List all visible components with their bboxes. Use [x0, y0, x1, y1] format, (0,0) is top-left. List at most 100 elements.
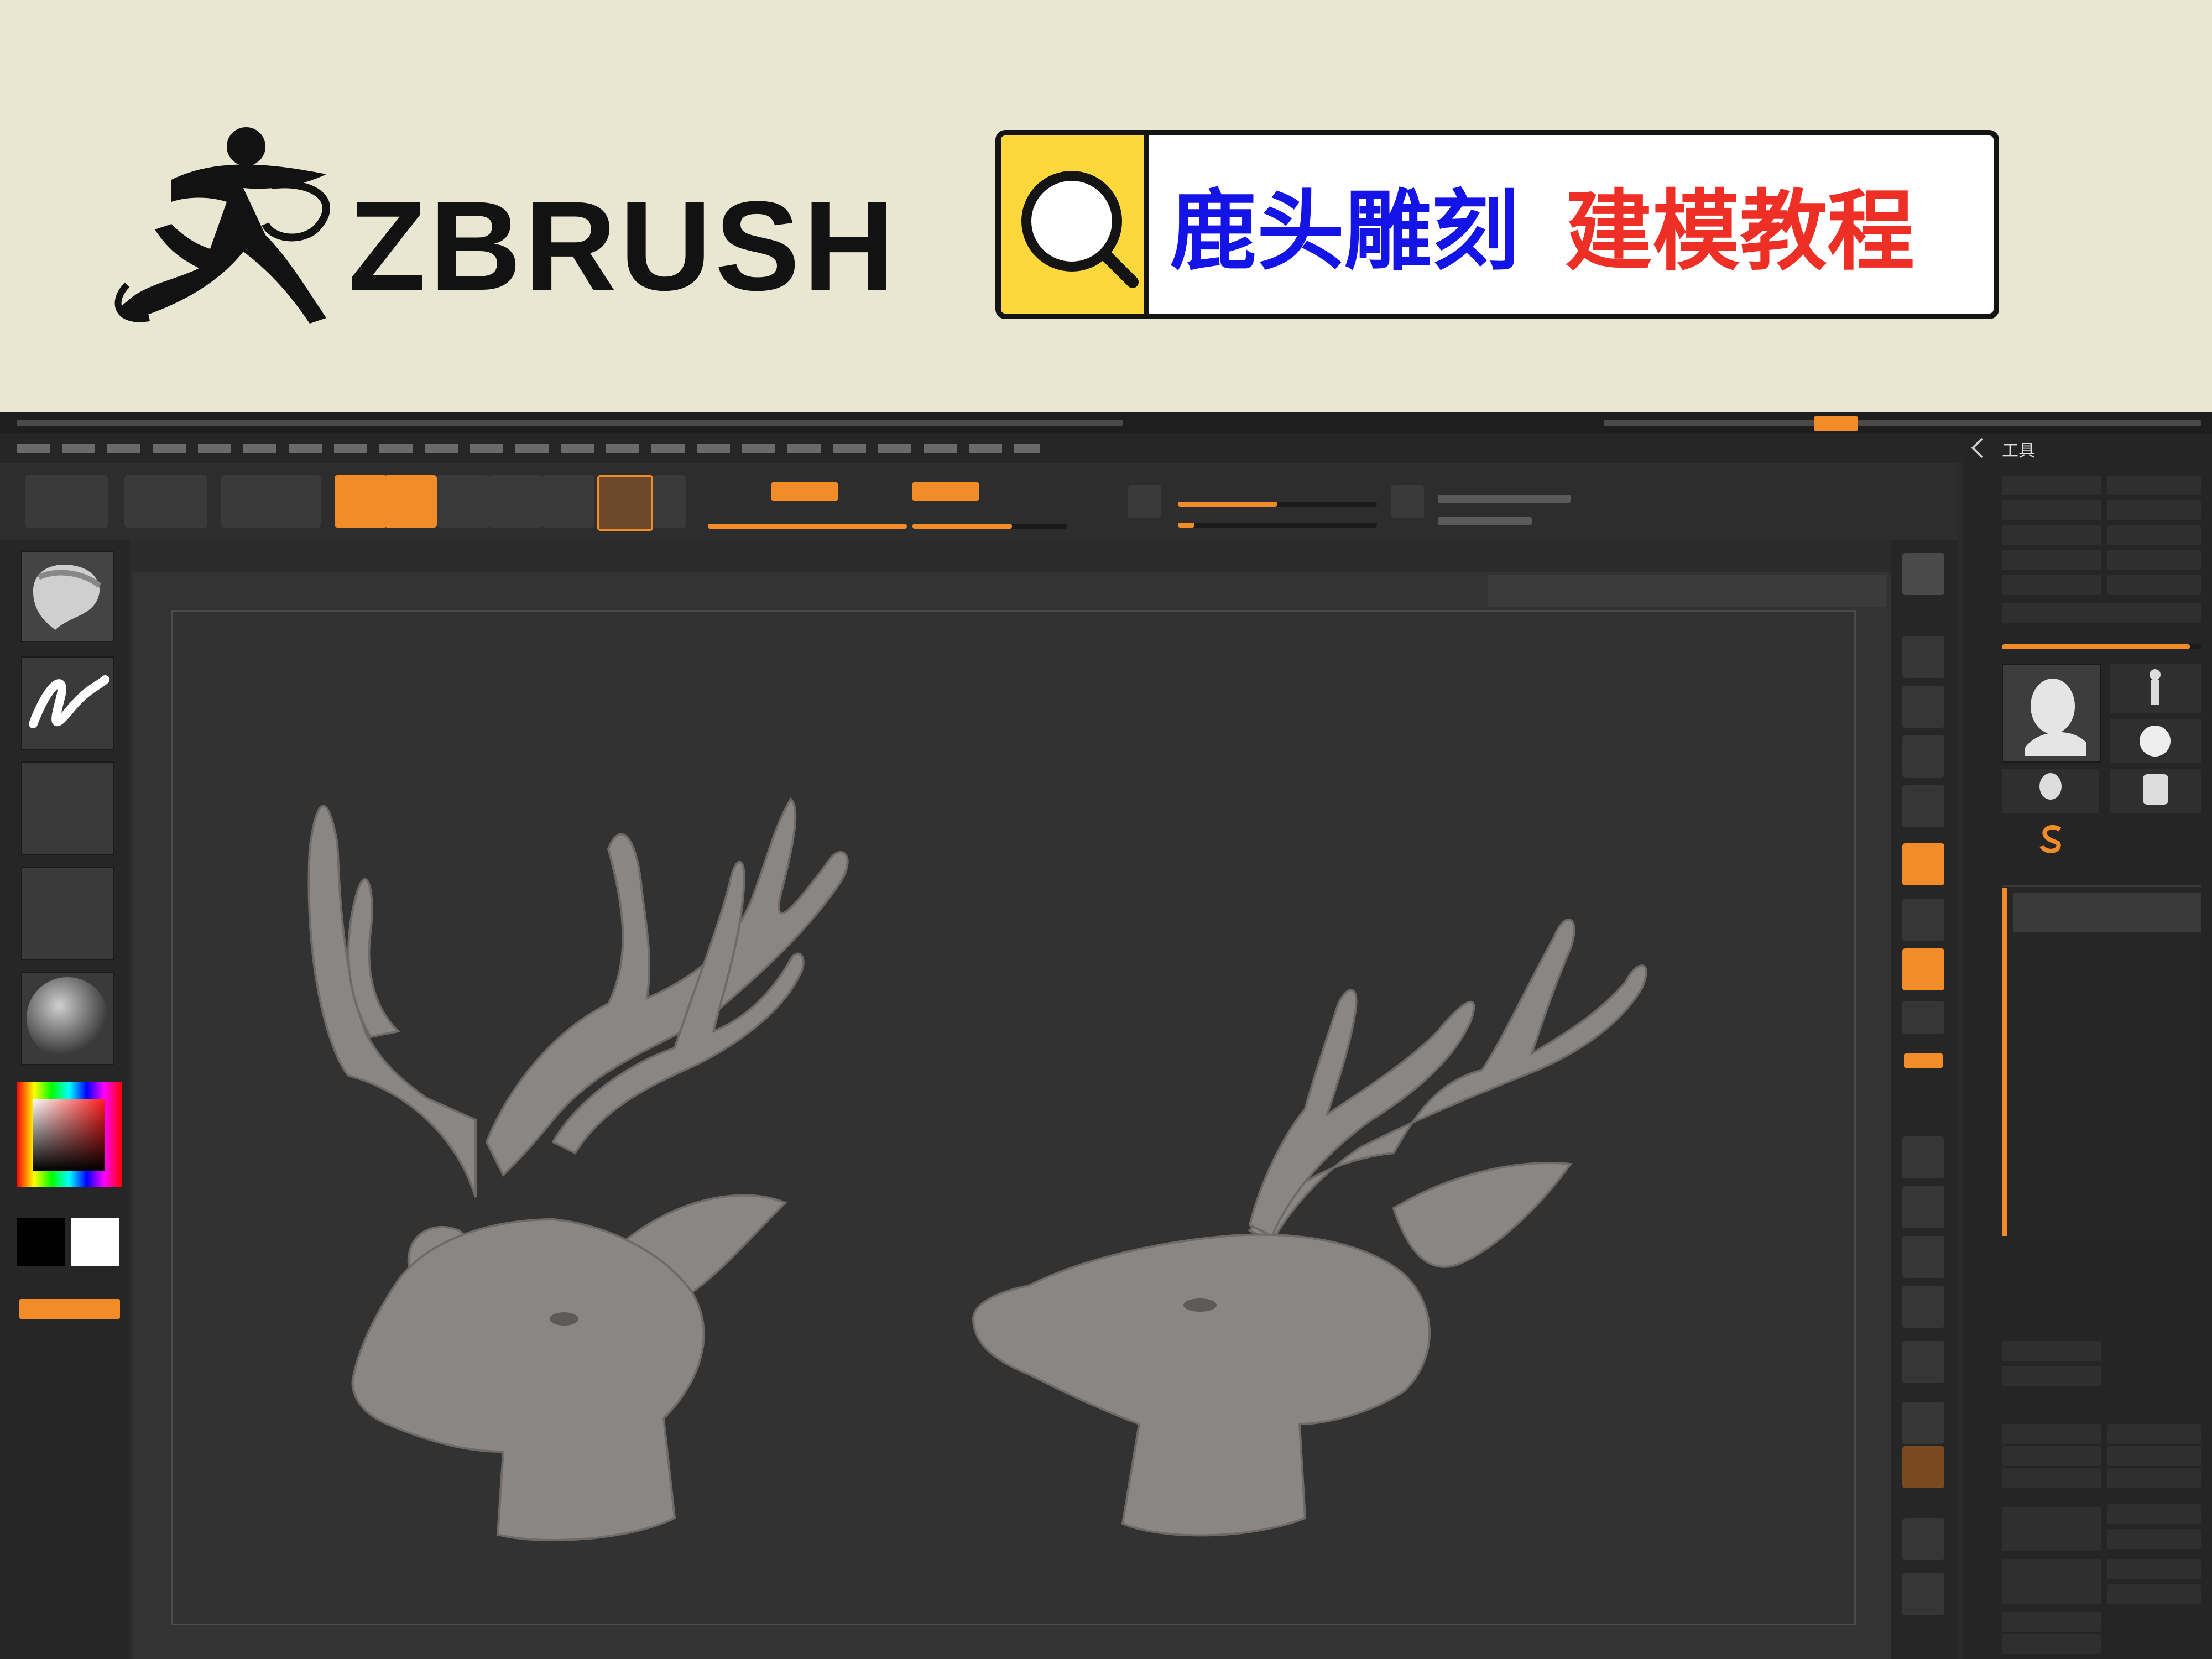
- edit-button[interactable]: [335, 475, 387, 528]
- tool-thumbnail-main[interactable]: [2002, 664, 2101, 763]
- paste-tool-button[interactable]: [2107, 500, 2201, 520]
- transp-button[interactable]: [1902, 1446, 1944, 1488]
- left-shelf: [0, 540, 130, 1659]
- floor-button[interactable]: [1902, 899, 1944, 941]
- scroll-button[interactable]: [1902, 636, 1944, 678]
- rename-button[interactable]: [2002, 1424, 2101, 1444]
- polyframe-button[interactable]: [1902, 1402, 1944, 1444]
- subtool-item-active[interactable]: [2013, 893, 2201, 932]
- secondary-color-swatch[interactable]: [71, 1218, 119, 1266]
- merge-button[interactable]: [2002, 1634, 2101, 1654]
- texture-thumbnail[interactable]: [21, 867, 114, 960]
- deer-head-model-left[interactable]: [243, 722, 962, 1573]
- line-fill-button[interactable]: [1902, 1341, 1944, 1383]
- list-all-button[interactable]: [2002, 1341, 2101, 1361]
- main-menu-bar[interactable]: [0, 434, 2212, 463]
- actual-button[interactable]: [1902, 735, 1944, 778]
- s-brush-icon: [2039, 825, 2062, 853]
- material-swatch[interactable]: [597, 475, 653, 531]
- insert-button[interactable]: [2107, 1529, 2201, 1549]
- switch-color-button[interactable]: [19, 1299, 120, 1319]
- all-visible-button[interactable]: [2107, 575, 2201, 595]
- alpha-thumbnail[interactable]: [21, 761, 114, 855]
- load-tool-button[interactable]: [2002, 476, 2101, 495]
- tool-thumbnail-sphere[interactable]: [2110, 719, 2201, 763]
- rgb-intensity-slider[interactable]: [708, 524, 907, 529]
- all-high-button[interactable]: [2107, 1446, 2201, 1466]
- xyz-orange-toggle[interactable]: [1904, 1053, 1943, 1068]
- scale-button[interactable]: [489, 475, 542, 528]
- color-picker[interactable]: [17, 1082, 122, 1187]
- title-blue: 鹿头雕刻: [1170, 181, 1519, 283]
- lightbox-tools-button[interactable]: [2002, 603, 2201, 623]
- focal-shift-icon[interactable]: [1128, 485, 1161, 518]
- all-low-button[interactable]: [2002, 1446, 2101, 1466]
- split-button[interactable]: [2002, 1612, 2101, 1632]
- rotate-button[interactable]: [542, 475, 594, 528]
- paste-subtool-button[interactable]: [2107, 1468, 2201, 1488]
- simplebrush-icon[interactable]: [2035, 821, 2068, 854]
- subtool-scrollbar[interactable]: [2002, 888, 2007, 1236]
- export-button[interactable]: [2107, 525, 2201, 545]
- lightbox-button[interactable]: [124, 475, 207, 528]
- copy-tool-button[interactable]: [2002, 500, 2101, 520]
- deer-head-model-right[interactable]: [940, 727, 1781, 1573]
- menu-orange-button[interactable]: [1814, 416, 1858, 431]
- mrgb-toggle[interactable]: [771, 482, 838, 501]
- duplicate-button[interactable]: [2002, 1507, 2101, 1551]
- zbrush-wordmark: ZBRUSH: [348, 175, 899, 317]
- move-button[interactable]: [437, 475, 489, 528]
- brush-thumbnail[interactable]: [21, 551, 114, 642]
- focal-shift-slider[interactable]: [1178, 502, 1377, 507]
- new-folder-button[interactable]: [2002, 1366, 2101, 1386]
- tool-thumbnail-small[interactable]: [2002, 769, 2099, 813]
- color-picker-square[interactable]: [33, 1099, 105, 1171]
- rotate-view-button[interactable]: [1902, 1286, 1944, 1328]
- del-all-button[interactable]: [2107, 1584, 2201, 1604]
- make-polymesh-button[interactable]: [2107, 550, 2201, 570]
- xyz-toggle[interactable]: [1902, 1001, 1944, 1034]
- ghost-button[interactable]: [1902, 1518, 1944, 1560]
- poly-count-readout: [1438, 495, 1571, 503]
- zadd-toggle[interactable]: [912, 482, 979, 501]
- menu-items[interactable]: [17, 444, 1040, 453]
- del-other-button[interactable]: [2107, 1559, 2201, 1579]
- figure-icon: [2150, 669, 2161, 705]
- import-button[interactable]: [2002, 525, 2101, 545]
- frame-button[interactable]: [1902, 1136, 1944, 1178]
- bpr-render-button[interactable]: [1902, 553, 1944, 595]
- solo-button[interactable]: [1902, 1573, 1944, 1615]
- zoom-view-button[interactable]: [1902, 1236, 1944, 1278]
- title-bar: [0, 412, 2212, 434]
- small-head-icon: [2039, 773, 2062, 800]
- stroke-thumbnail[interactable]: [21, 656, 114, 750]
- subtool-header[interactable]: [2002, 885, 2201, 887]
- goz-button[interactable]: [2002, 575, 2101, 595]
- draw-button[interactable]: [384, 475, 437, 528]
- live-boolean-button[interactable]: [221, 475, 321, 528]
- title-bar-right-controls[interactable]: [1604, 420, 2201, 426]
- autoreorder-button[interactable]: [2107, 1424, 2201, 1444]
- tool-thumbnail-figure[interactable]: [2110, 664, 2201, 713]
- copy-subtool-button[interactable]: [2002, 1468, 2101, 1488]
- clone-button[interactable]: [2002, 550, 2101, 570]
- main-color-swatch[interactable]: [17, 1218, 65, 1266]
- zoom-button[interactable]: [1902, 686, 1944, 728]
- dynamic-size-icon[interactable]: [1391, 485, 1424, 518]
- tool-slider[interactable]: [2002, 644, 2201, 649]
- save-as-button[interactable]: [2107, 476, 2201, 495]
- z-intensity-slider[interactable]: [912, 524, 1067, 529]
- projection-button[interactable]: [25, 475, 108, 528]
- append-button[interactable]: [2107, 1504, 2201, 1524]
- tool-thumbnail-cylinder[interactable]: [2110, 769, 2201, 813]
- subtool-list[interactable]: [2002, 888, 2201, 1236]
- delete-button[interactable]: [2002, 1559, 2101, 1604]
- tutorial-banner: ZBRUSH 鹿头雕刻 建模教程: [0, 0, 2212, 412]
- material-thumbnail[interactable]: [21, 972, 114, 1065]
- move-view-button[interactable]: [1902, 1186, 1944, 1228]
- draw-size-slider[interactable]: [1178, 523, 1377, 528]
- aahalf-button[interactable]: [1902, 785, 1944, 827]
- persp-button[interactable]: [1902, 843, 1944, 885]
- material-sphere-button[interactable]: [653, 475, 686, 528]
- local-button[interactable]: [1902, 948, 1944, 990]
